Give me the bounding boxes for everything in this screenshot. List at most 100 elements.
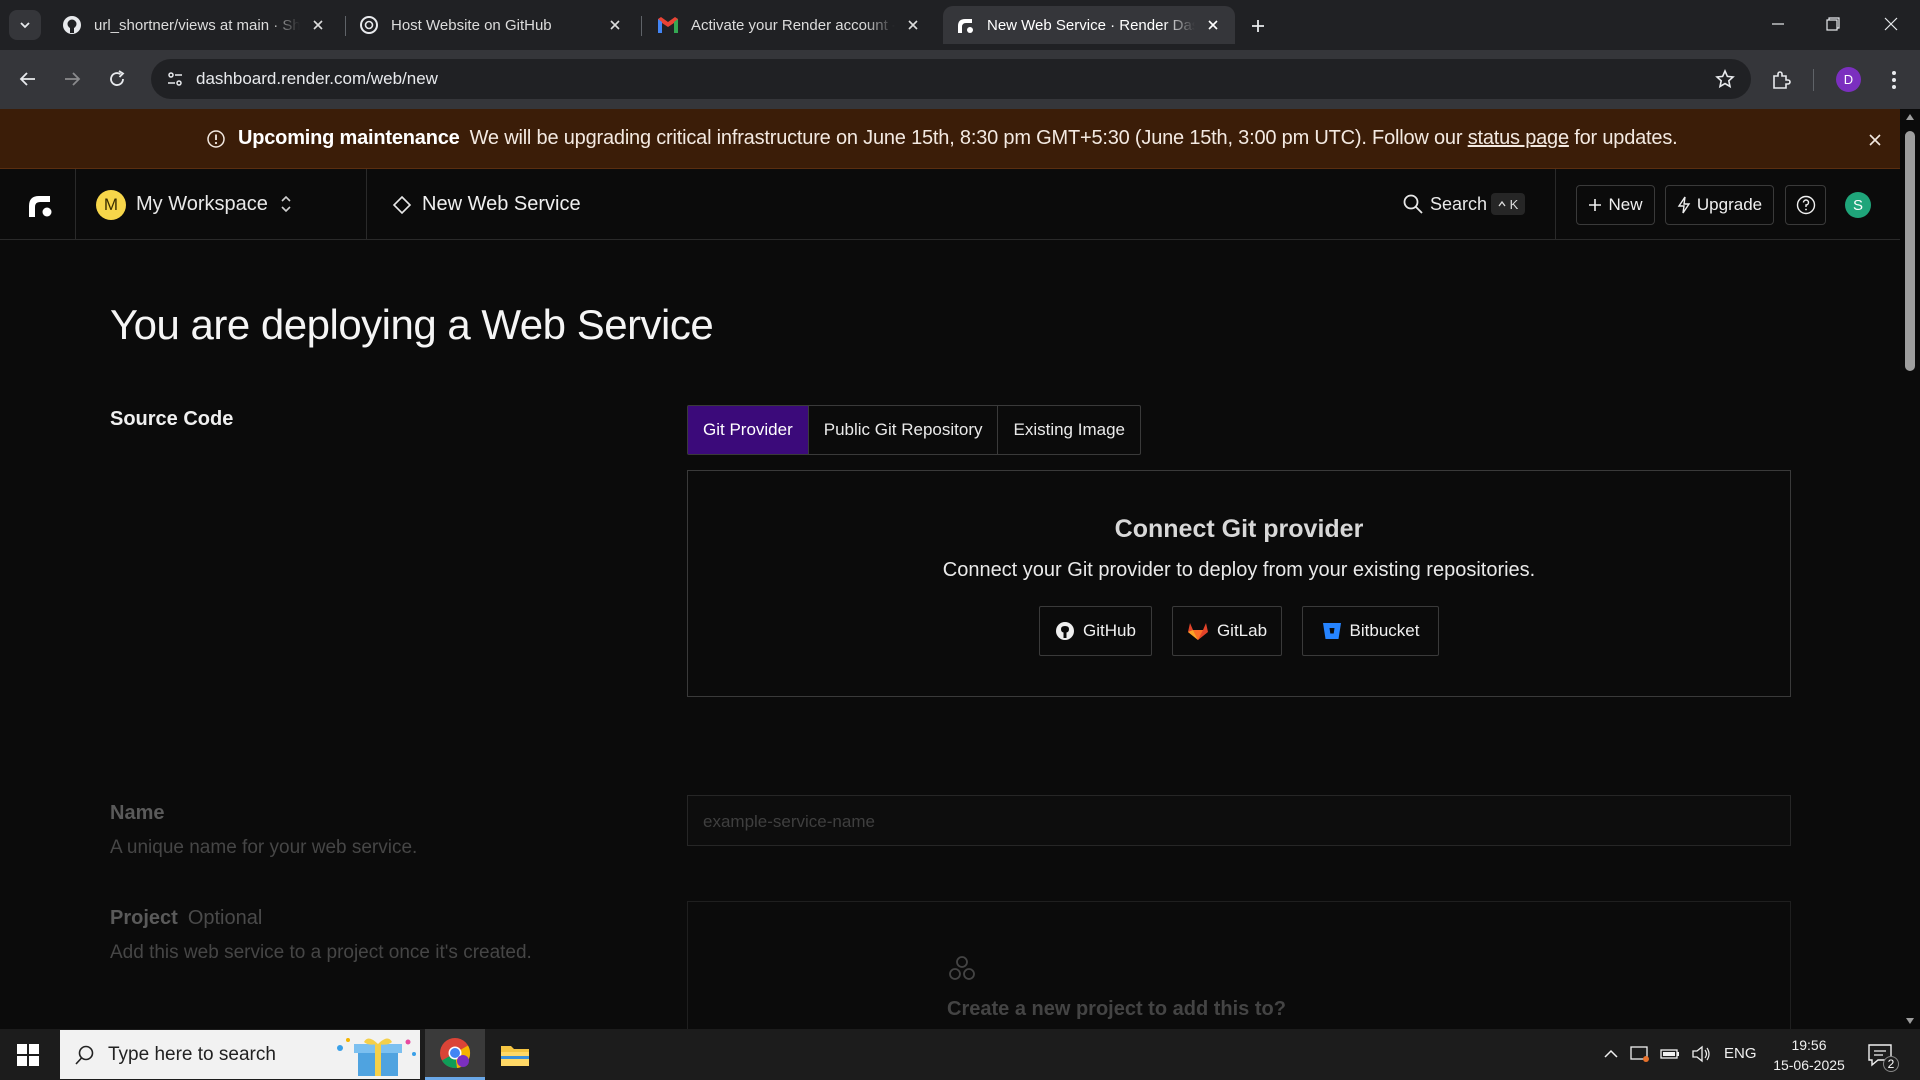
- scroll-down-icon: [1906, 1018, 1914, 1024]
- workspace-name: My Workspace: [136, 193, 268, 215]
- url-text: dashboard.render.com/web/new: [196, 69, 438, 88]
- close-tab-icon[interactable]: [903, 15, 923, 35]
- bitbucket-label: Bitbucket: [1349, 621, 1420, 640]
- tab-gmail[interactable]: Activate your Render account -: [645, 6, 935, 44]
- restore-icon: [1826, 17, 1840, 31]
- show-hidden-icons[interactable]: [1600, 1043, 1622, 1065]
- forward-button[interactable]: [56, 63, 88, 95]
- taskbar-chrome[interactable]: [425, 1029, 485, 1080]
- dismiss-banner-button[interactable]: [1864, 129, 1886, 151]
- shortcut-key: K: [1509, 196, 1519, 212]
- bookmark-star-icon[interactable]: [1713, 67, 1737, 91]
- workspace-avatar: M: [96, 190, 126, 220]
- gift-icon: [337, 1038, 416, 1076]
- toolbar-divider: [1813, 69, 1814, 91]
- chevron-down-icon: [20, 22, 30, 29]
- taskbar-file-explorer[interactable]: [485, 1029, 545, 1080]
- service-name-placeholder: example-service-name: [703, 812, 875, 831]
- tab-host-website[interactable]: Host Website on GitHub: [347, 6, 637, 44]
- status-page-link[interactable]: status page: [1468, 127, 1569, 150]
- service-name-input[interactable]: example-service-name: [687, 795, 1791, 846]
- app-header: M My Workspace New Web Service Search K …: [0, 169, 1900, 240]
- address-bar[interactable]: dashboard.render.com/web/new: [151, 59, 1751, 99]
- upgrade-button[interactable]: Upgrade: [1665, 185, 1774, 225]
- name-description: A unique name for your web service.: [110, 837, 418, 858]
- arrow-left-icon: [19, 72, 35, 86]
- search-label: Search: [1430, 194, 1488, 214]
- tab-git-provider[interactable]: Git Provider: [688, 406, 809, 454]
- banner-suffix: for updates.: [1574, 127, 1678, 149]
- reload-button[interactable]: [101, 63, 133, 95]
- workspace-switcher[interactable]: M My Workspace: [76, 169, 366, 240]
- windows-taskbar: Type here to search ENG 19:56 15-06-2025…: [0, 1029, 1920, 1080]
- battery-icon[interactable]: [1659, 1043, 1681, 1065]
- notification-count-badge: 2: [1883, 1056, 1899, 1072]
- connect-git-provider-panel: Connect Git provider Connect your Git pr…: [687, 470, 1791, 697]
- search-icon: [75, 1045, 94, 1065]
- project-panel: Create a new project to add this to?: [687, 901, 1791, 1029]
- windows-start-icon[interactable]: [16, 1043, 40, 1067]
- plus-icon: [1589, 199, 1602, 211]
- site-info-icon[interactable]: [163, 67, 187, 91]
- back-button[interactable]: [12, 63, 44, 95]
- bitbucket-icon: [1322, 623, 1341, 639]
- user-avatar[interactable]: S: [1845, 192, 1871, 218]
- lightning-icon: [1677, 196, 1691, 214]
- volume-icon[interactable]: [1690, 1043, 1712, 1065]
- tab-separator: [345, 16, 346, 36]
- tab-existing-image[interactable]: Existing Image: [998, 406, 1140, 454]
- minimize-icon: [1772, 23, 1784, 25]
- close-window-button[interactable]: [1871, 8, 1911, 40]
- tab-search-button[interactable]: [9, 10, 41, 40]
- meet-now-icon[interactable]: [1629, 1043, 1651, 1065]
- create-project-text[interactable]: Create a new project to add this to?: [947, 998, 1286, 1021]
- profile-avatar[interactable]: D: [1836, 67, 1861, 92]
- tab-title: New Web Service · Render Das: [987, 16, 1195, 34]
- reload-icon: [110, 70, 125, 86]
- minimize-button[interactable]: [1758, 8, 1798, 40]
- extensions-icon[interactable]: [1766, 65, 1796, 95]
- taskbar-search-placeholder: Type here to search: [108, 1044, 276, 1065]
- tab-github[interactable]: url_shortner/views at main · Shr: [50, 6, 340, 44]
- more-menu-icon[interactable]: [1879, 65, 1909, 95]
- search-shortcut-badge: K: [1491, 193, 1525, 215]
- language-indicator[interactable]: ENG: [1724, 1045, 1757, 1062]
- close-icon: [1869, 134, 1881, 146]
- taskbar-search-box[interactable]: Type here to search: [60, 1030, 420, 1079]
- taskbar-clock[interactable]: 19:56 15-06-2025: [1771, 1035, 1847, 1075]
- tab-render-new-web-service[interactable]: New Web Service · Render Das: [943, 6, 1235, 44]
- bitbucket-button[interactable]: Bitbucket: [1302, 606, 1439, 656]
- close-tab-icon[interactable]: [1203, 15, 1223, 35]
- upgrade-button-label: Upgrade: [1696, 195, 1763, 214]
- github-icon: [1056, 622, 1075, 640]
- connect-title: Connect Git provider: [1114, 515, 1364, 543]
- maintenance-banner: Upcoming maintenance We will be upgradin…: [0, 109, 1920, 169]
- banner-message: Upcoming maintenance We will be upgradin…: [206, 127, 1678, 150]
- help-button[interactable]: [1785, 185, 1826, 225]
- github-icon: [63, 16, 81, 34]
- chevron-up-down-icon: [281, 195, 291, 213]
- scroll-up-icon: [1906, 114, 1914, 120]
- github-button[interactable]: GitHub: [1039, 606, 1152, 656]
- connect-description: Connect your Git provider to deploy from…: [942, 559, 1536, 581]
- page-scrollbar[interactable]: [1900, 109, 1920, 1029]
- close-tab-icon[interactable]: [605, 15, 625, 35]
- browser-toolbar: dashboard.render.com/web/new D: [0, 50, 1920, 109]
- gitlab-button[interactable]: GitLab: [1172, 606, 1282, 656]
- restore-button[interactable]: [1813, 8, 1853, 40]
- openai-icon: [360, 16, 378, 34]
- github-label: GitHub: [1083, 621, 1136, 640]
- new-button[interactable]: New: [1576, 185, 1655, 225]
- render-icon: [958, 19, 973, 33]
- scrollbar-thumb[interactable]: [1905, 131, 1915, 371]
- project-label-text: Project: [110, 907, 178, 929]
- close-tab-icon[interactable]: [308, 15, 328, 35]
- render-logo-icon[interactable]: [26, 191, 54, 219]
- clock-date: 15-06-2025: [1773, 1057, 1845, 1073]
- project-label: Project Optional: [110, 907, 262, 930]
- new-tab-button[interactable]: [1244, 12, 1272, 40]
- tab-public-git-repository[interactable]: Public Git Repository: [809, 406, 999, 454]
- tab-title: Host Website on GitHub: [391, 16, 552, 34]
- optional-tag: Optional: [187, 907, 263, 929]
- help-icon: [1796, 195, 1815, 215]
